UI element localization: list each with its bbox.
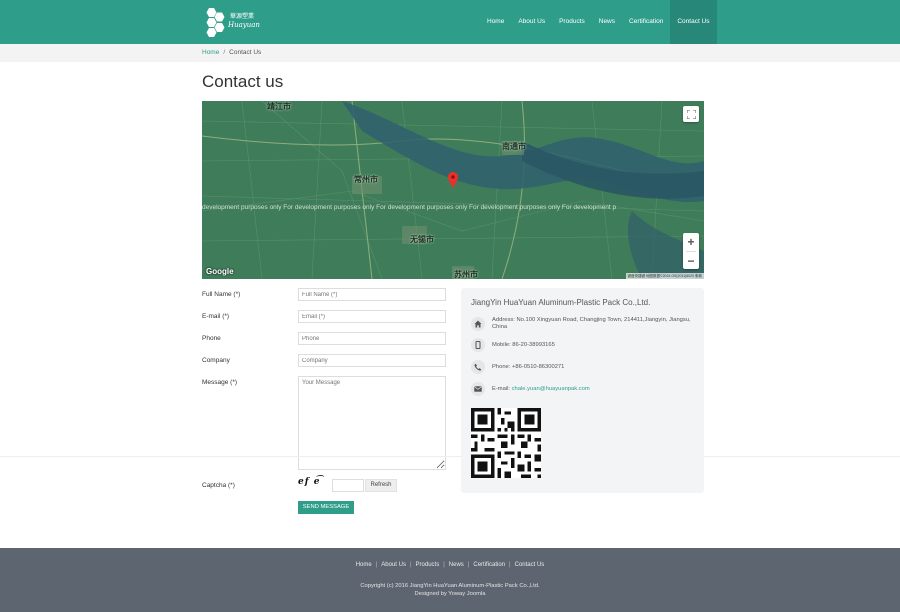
breadcrumb-bar: Home / Contact Us [0, 44, 900, 62]
nav-home[interactable]: Home [480, 0, 511, 44]
footer-sep: | [443, 562, 445, 568]
footer-link-home[interactable]: Home [356, 562, 372, 568]
nav-certification[interactable]: Certification [622, 0, 670, 44]
captcha-label: Captcha (*) [202, 482, 235, 489]
logo-chinese-text: 華源塑業 [230, 14, 255, 20]
email-link[interactable]: chale.yuan@huayuanpak.com [512, 386, 590, 392]
contact-info-box: JiangYin HuaYuan Aluminum-Plastic Pack C… [461, 288, 704, 493]
home-icon [471, 317, 485, 331]
email-text: E-mail: chale.yuan@huayuanpak.com [492, 386, 692, 393]
map-zoom-out-button[interactable]: − [683, 252, 699, 270]
map-fullscreen-button[interactable] [683, 106, 699, 122]
phone-input[interactable] [298, 332, 446, 345]
footer-copyright: Copyright (c) 2016 JiangYin HuaYuan Alum… [0, 582, 900, 598]
fullscreen-icon [686, 109, 696, 119]
captcha-refresh-button[interactable]: Refresh [365, 479, 397, 492]
footer-links: Home | About Us | Products | News | Certificatio… [0, 562, 900, 568]
full-name-label: Full Name (*) [202, 291, 241, 298]
map-terrain [202, 101, 704, 279]
email-label: E-mail (*) [202, 313, 230, 320]
company-label: Company [202, 357, 230, 364]
designed-by-text[interactable]: Designed by Yoway Joomla [0, 590, 900, 598]
form-row-full-name: Full Name (*) [202, 288, 446, 302]
google-map[interactable]: 靖江市 南通市 常州市 无锡市 苏州市 development purposes… [202, 101, 704, 279]
phone-icon [471, 360, 485, 374]
mobile-row: Mobile: 86-20-38993165 [471, 338, 696, 352]
map-zoom-in-button[interactable]: + [683, 233, 699, 251]
breadcrumb-home-link[interactable]: Home [202, 49, 219, 56]
breadcrumb-current: Contact Us [229, 49, 262, 56]
section-divider [0, 456, 461, 457]
site-header: 華源塑業 Huayuan Home About Us Products News… [0, 0, 900, 44]
company-input[interactable] [298, 354, 446, 367]
footer-sep: | [509, 562, 511, 568]
breadcrumb: Home / Contact Us [202, 49, 261, 56]
email-prefix: E-mail: [492, 386, 512, 392]
nav-about-us[interactable]: About Us [511, 0, 552, 44]
footer-link-certification[interactable]: Certification [473, 562, 505, 568]
map-attribution[interactable]: 键盘快捷键 地图数据©2024 GS(2011)6020 条款 [625, 273, 704, 279]
main-nav: Home About Us Products News Certificatio… [480, 0, 717, 44]
site-footer: Home | About Us | Products | News | Certificatio… [0, 548, 900, 612]
nav-products[interactable]: Products [552, 0, 592, 44]
site-logo[interactable]: 華源塑業 Huayuan [202, 6, 262, 38]
map-city-wuxi: 无锡市 [410, 235, 434, 244]
captcha-image: ef e͡ [298, 477, 332, 491]
captcha-input[interactable] [332, 479, 364, 492]
footer-link-news[interactable]: News [449, 562, 464, 568]
qr-code-image [471, 408, 541, 478]
mobile-icon [471, 338, 485, 352]
address-row: Address: No.100 Xingyuan Road, Changjing… [471, 317, 696, 333]
form-row-email: E-mail (*) [202, 310, 446, 324]
mobile-text: Mobile: 86-20-38993165 [492, 342, 555, 348]
hexagon-logo-icon [206, 8, 225, 37]
full-name-input[interactable] [298, 288, 446, 301]
footer-link-products[interactable]: Products [416, 562, 440, 568]
page-title: Contact us [202, 72, 284, 91]
footer-sep: | [467, 562, 470, 568]
email-row: E-mail: chale.yuan@huayuanpak.com [471, 382, 696, 396]
section-divider-right [704, 456, 900, 457]
address-text: Address: No.100 Xingyuan Road, Changjing… [492, 317, 691, 330]
breadcrumb-separator: / [223, 49, 226, 56]
footer-sep: | [375, 562, 378, 568]
envelope-icon [471, 382, 485, 396]
map-city-nantong: 南通市 [502, 142, 526, 151]
map-city-suzhou: 苏州市 [454, 270, 478, 279]
map-city-changzhou: 常州市 [354, 175, 378, 184]
message-label: Message (*) [202, 379, 238, 386]
footer-link-contact-us[interactable]: Contact Us [515, 562, 545, 568]
form-row-captcha: Captcha (*) ef e͡ Refresh [202, 477, 446, 493]
nav-contact-us[interactable]: Contact Us [670, 0, 717, 44]
footer-link-about-us[interactable]: About Us [381, 562, 406, 568]
map-zoom-control: + − [683, 233, 699, 269]
phone-text: Phone: +86-0510-86300271 [492, 364, 565, 370]
map-marker-icon[interactable] [448, 172, 458, 188]
form-row-company: Company [202, 354, 446, 368]
phone-label: Phone [202, 335, 221, 342]
footer-sep: | [409, 562, 412, 568]
send-message-button[interactable]: SEND MESSAGE [298, 501, 354, 514]
logo-script-text: Huayuan [228, 21, 260, 29]
map-city-jingjiang: 靖江市 [267, 102, 291, 111]
company-name: JiangYin HuaYuan Aluminum-Plastic Pack C… [471, 298, 651, 307]
google-logo[interactable]: Google [206, 267, 234, 276]
nav-news[interactable]: News [592, 0, 622, 44]
map-dev-watermark: development purposes only For developmen… [202, 204, 617, 211]
phone-row: Phone: +86-0510-86300271 [471, 360, 696, 374]
form-row-phone: Phone [202, 332, 446, 346]
copyright-text: Copyright (c) 2016 JiangYin HuaYuan Alum… [360, 583, 540, 589]
email-input[interactable] [298, 310, 446, 323]
